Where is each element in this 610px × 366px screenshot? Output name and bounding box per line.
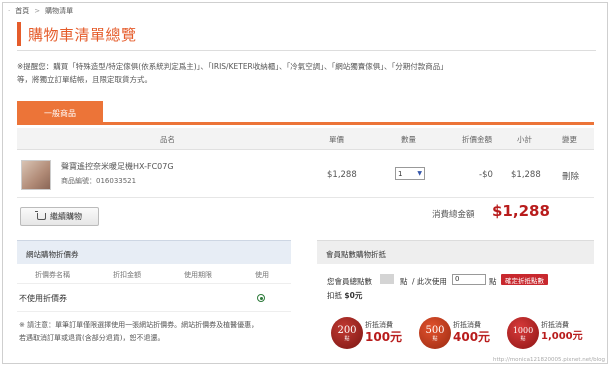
coupon-none-row: 不使用折價券 — [17, 284, 291, 312]
points-suffix: 點 — [489, 277, 497, 286]
points-panel-title: 會員點數購物折抵 — [317, 240, 594, 264]
product-subtotal: $1,288 — [511, 170, 541, 180]
header-qty: 數量 — [401, 135, 416, 144]
coupon-note-line-1: ※ 請注意：單筆訂單僅限選擇使用一張網站折價券。網站折價券及植醫優惠， — [19, 321, 259, 329]
points-line: 您會員總點數 點 / 此次使用 0 點 確定折抵點數 — [317, 273, 594, 289]
notice-line-2: 等，將獨立訂單結帳，且限定取貨方式。 — [17, 75, 152, 84]
product-tabbar: 一般商品 — [17, 101, 594, 125]
reward-unit: 點 — [432, 335, 438, 342]
reward-amount: 400元 — [453, 330, 491, 344]
total-value: $1,288 — [492, 202, 550, 220]
cart-table-header: 品名 單價 數量 折價金額 小計 變更 — [17, 128, 594, 150]
coupon-panel: 網站購物折價券 折價券名稱 折扣金額 使用期限 使用 不使用折價券 ※ 請注意：… — [17, 240, 291, 345]
points-middle: / 此次使用 — [412, 277, 447, 286]
reward-unit: 點 — [520, 335, 526, 342]
coupon-columns: 折價券名稱 折扣金額 使用期限 使用 — [17, 264, 291, 284]
breadcrumb-home-link[interactable]: 首頁 — [15, 6, 29, 16]
header-discount: 折價金額 — [462, 135, 492, 144]
reward-unit: 點 — [344, 335, 350, 342]
chevron-down-icon: ▼ — [417, 170, 422, 177]
product-thumbnail[interactable] — [21, 160, 51, 190]
reward-1000: 1000 點 折抵消費 1,000元 — [507, 316, 587, 352]
coupon-none-label: 不使用折價券 — [19, 294, 67, 303]
header-action: 變更 — [562, 135, 577, 144]
points-rewards: 200 點 折抵消費 100元 500 點 折抵消費 400元 1000 點 折… — [331, 316, 587, 352]
coupon-col-name: 折價券名稱 — [35, 271, 70, 279]
points-deduct: 扣抵 $0元 — [327, 290, 594, 301]
product-price: $1,288 — [327, 170, 357, 180]
header-subtotal: 小計 — [517, 135, 532, 144]
cart-row: 聲寶遙控奈米暖足機HX-FC07G 商品編號：016033521 $1,288 … — [17, 152, 594, 198]
breadcrumb-separator: > — [34, 7, 41, 15]
deduct-value: $0元 — [344, 291, 363, 300]
coupon-col-expiry: 使用期限 — [184, 271, 212, 279]
watermark-text: http://monica121820005.pixnet.net/blog — [492, 357, 605, 363]
continue-shopping-label: 繼續購物 — [50, 212, 82, 221]
product-code: 商品編號：016033521 — [61, 177, 137, 185]
reward-label: 折抵消費 — [365, 321, 393, 329]
coupon-none-radio[interactable] — [257, 294, 265, 302]
points-unit: 點 — [400, 277, 408, 286]
points-prefix: 您會員總點數 — [327, 277, 372, 286]
points-use-input[interactable]: 0 — [452, 274, 486, 285]
coupon-col-use: 使用 — [255, 271, 269, 279]
delete-link[interactable]: 刪除 — [562, 170, 579, 182]
quantity-value: 1 — [398, 169, 403, 178]
breadcrumb-current: 購物清單 — [45, 7, 74, 15]
notice-line-1: ※提醒您：購買「特殊造型/特定傢俱(依系統判定爲主)」、「IRIS/KETER收… — [17, 62, 448, 71]
coupon-col-amount: 折扣金額 — [113, 271, 141, 279]
reward-seal: 500 點 — [419, 317, 451, 349]
product-name-link[interactable]: 聲寶遙控奈米暖足機HX-FC07G — [61, 161, 174, 172]
reward-200: 200 點 折抵消費 100元 — [331, 316, 411, 352]
reward-points: 500 — [425, 324, 445, 336]
reward-seal: 200 點 — [331, 317, 363, 349]
product-discount: -$0 — [479, 170, 493, 180]
title-divider — [17, 50, 596, 51]
breadcrumb: · 首頁 > 購物清單 — [8, 6, 74, 16]
coupon-panel-title: 網站購物折價券 — [17, 240, 291, 264]
reward-label: 折抵消費 — [453, 321, 481, 329]
reward-amount: 100元 — [365, 330, 403, 344]
notice-text: ※提醒您：購買「特殊造型/特定傢俱(依系統判定爲主)」、「IRIS/KETER收… — [17, 60, 592, 86]
page-title-block: 購物車清單總覽 — [17, 22, 137, 46]
coupon-note: ※ 請注意：單筆訂單僅限選擇使用一張網站折價券。網站折價券及植醫優惠， 若遇取消… — [17, 319, 291, 345]
reward-amount: 1,000元 — [541, 331, 583, 342]
reward-points: 1000 — [512, 325, 534, 335]
reward-points: 200 — [337, 324, 357, 336]
header-name: 品名 — [160, 135, 175, 144]
total-points-value — [380, 274, 394, 284]
quantity-select[interactable]: 1 ▼ — [395, 167, 425, 180]
header-price: 單價 — [329, 135, 344, 144]
coupon-note-line-2: 若遇取消訂單或退貨(含部分退貨)，恕不退還。 — [19, 334, 165, 342]
reward-500: 500 點 折抵消費 400元 — [419, 316, 499, 352]
reward-label: 折抵消費 — [541, 321, 569, 329]
deduct-label: 扣抵 — [327, 291, 342, 300]
continue-shopping-button[interactable]: 繼續購物 — [20, 207, 99, 226]
tab-general-products[interactable]: 一般商品 — [17, 101, 103, 125]
points-panel: 會員點數購物折抵 您會員總點數 點 / 此次使用 0 點 確定折抵點數 扣抵 $… — [317, 240, 594, 301]
total-label: 消費總金額 — [432, 210, 475, 220]
page-title: 購物車清單總覽 — [28, 25, 137, 44]
reward-seal: 1000 點 — [507, 317, 539, 349]
cart-icon — [35, 211, 46, 220]
confirm-points-button[interactable]: 確定折抵點數 — [501, 274, 548, 285]
